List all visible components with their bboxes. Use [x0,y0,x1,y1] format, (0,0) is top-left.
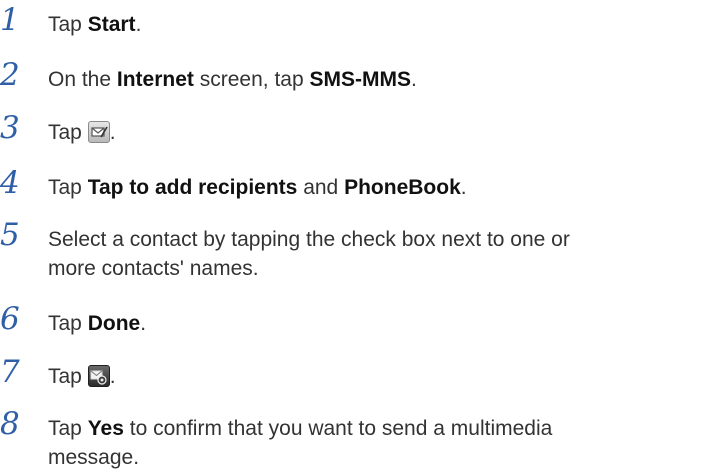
yes-label: Yes [87,417,124,440]
multimedia-message-icon [87,365,110,387]
compose-message-icon [87,121,110,143]
step-number: 8 [0,406,20,442]
step-text: Select a contact by tapping the check bo… [48,228,570,280]
done-label: Done [87,312,141,335]
step-number: 7 [0,354,20,390]
step-text: Tap . [48,365,116,388]
step-text: On the Internet screen, tap SMS-MMS. [48,68,417,91]
step-number: 2 [0,57,20,93]
step-number: 3 [0,110,20,146]
step-number: 6 [0,301,20,337]
sms-mms-label: SMS-MMS [309,68,411,91]
step-text: Tap Start. [48,13,142,36]
step-text: Tap Tap to add recipients and PhoneBook. [48,176,467,199]
phonebook-label: PhoneBook [344,176,461,199]
internet-label: Internet [116,68,194,91]
step-number: 4 [0,165,20,201]
step-text: Tap . [48,121,116,144]
step-number: 5 [0,217,20,253]
add-recipients-label: Tap to add recipients [87,176,298,199]
instruction-steps: 1 Tap Start. 2 On the Internet screen, t… [0,0,709,469]
step-number: 1 [0,2,20,38]
step-text: Tap Yes to confirm that you want to send… [48,417,553,469]
start-label: Start [87,13,136,36]
step-text: Tap Done. [48,312,147,335]
